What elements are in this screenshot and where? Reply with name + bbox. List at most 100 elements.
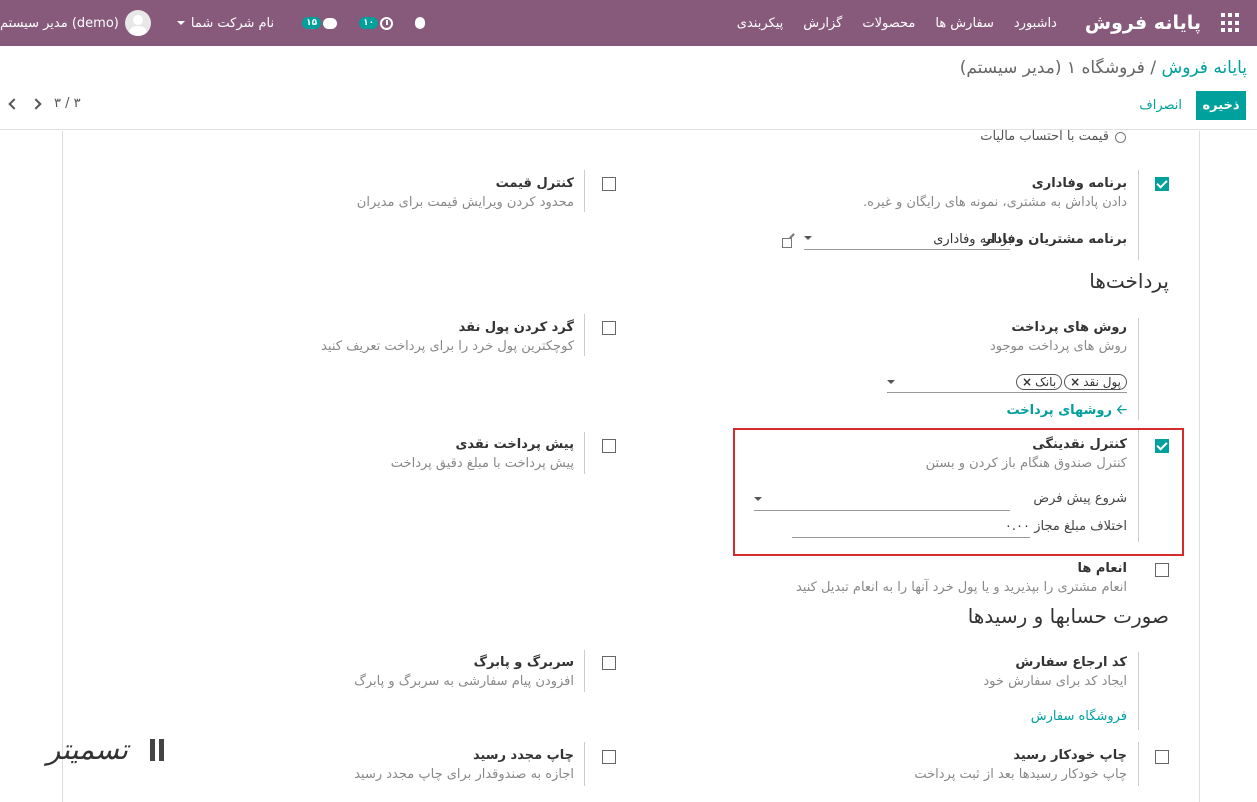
auto-print-desc: چاپ خودکار رسیدها بعد از ثبت پرداخت [914,767,1127,782]
pager-value[interactable]: ۳ / ۳ [54,96,81,111]
chevron-down-icon[interactable] [754,497,762,501]
auto-print-title: چاپ خودکار رسید [1013,748,1127,763]
next-icon[interactable] [30,97,42,110]
tax-included-label: قیمت با احتساب مالیات [980,129,1109,144]
divider [584,314,585,356]
tips-checkbox[interactable] [1155,563,1169,577]
header-footer-desc: افزودن پیام سفارشی به سربرگ و پابرگ [354,674,574,689]
order-reference-link[interactable]: فروشگاه سفارش [927,709,1127,724]
loyalty-checkbox[interactable] [1155,177,1169,191]
cash-control-checkbox[interactable] [1155,439,1169,453]
remove-tag-icon[interactable]: × [1070,375,1080,389]
avatar [124,10,151,36]
cash-rounding-desc: کوچکترین پول خرد را برای پرداخت تعریف کن… [321,339,574,354]
chevron-down-icon[interactable] [804,236,812,240]
cash-rounding-title: گرد کردن پول نقد [458,320,574,335]
debug-icon[interactable] [415,17,426,29]
tolerance-input[interactable]: ۰.۰۰ [970,519,1030,534]
company-switcher[interactable]: نام شرکت شما [176,15,275,31]
tax-included-radio[interactable] [1115,132,1126,143]
divider [584,170,585,212]
section-bills-receipts: صورت حسابها و رسیدها [967,604,1169,628]
prepayment-checkbox[interactable] [602,439,616,453]
header-footer-checkbox[interactable] [602,656,616,670]
default-opening-label: شروع پیش فرض [1033,491,1127,506]
order-reference-setting: کد ارجاع سفارش ایجاد کد برای سفارش خود [707,655,1127,689]
menu-dashboard[interactable]: داشبورد [1014,16,1057,31]
cash-control-title: کنترل نقدینگی [1032,437,1127,452]
divider [584,650,585,692]
price-control-desc: محدود کردن ویرایش قیمت برای مدیران [356,195,574,210]
chat-count-badge: ۱۵ [302,17,322,29]
user-menu[interactable]: مدیر سیستم (demo) [0,10,151,36]
breadcrumb-root[interactable]: پایانه فروش [1161,58,1247,78]
menu-configuration[interactable]: پیکربندی [737,16,783,31]
header-footer-title: سربرگ و پابرگ [473,655,574,670]
cash-rounding-setting: گرد کردن پول نقد کوچکترین پول خرد را برا… [154,320,574,354]
breadcrumb-current: فروشگاه ۱ (مدیر سیستم) [959,58,1145,78]
auto-print-checkbox[interactable] [1155,750,1169,764]
loyalty-field-value[interactable]: برنامه وفاداری [862,232,1012,247]
default-opening-input[interactable] [754,510,1010,511]
app-brand[interactable]: پایانه فروش [1085,12,1201,34]
company-name: نام شرکت شما [190,15,275,31]
header-footer-setting: سربرگ و پابرگ افزودن پیام سفارشی به سربر… [154,655,574,689]
payment-methods-link[interactable]: 🡠 روشهای پرداخت [927,401,1127,423]
price-control-checkbox[interactable] [602,177,616,191]
payment-methods-title: روش های پرداخت [1011,320,1127,335]
apps-menu-icon[interactable] [1219,13,1239,33]
payment-methods-underline [887,392,1127,393]
logo-icon [140,739,164,763]
systray: مدیر سیستم (demo) نام شرکت شما ۱۵ ۱۰ [0,0,426,46]
previous-icon[interactable] [8,97,20,110]
tips-desc: انعام مشتری را بپذیرید و یا پول خرد آنها… [795,580,1127,595]
chevron-down-icon [176,21,185,25]
payment-methods-setting: روش های پرداخت روش های پرداخت موجود [707,320,1127,354]
arrow-right-icon: 🡠 [1116,403,1127,418]
auto-print-setting: چاپ خودکار رسید چاپ خودکار رسیدها بعد از… [707,748,1127,782]
breadcrumb-separator: / [1150,58,1157,78]
prepayment-title: پیش پرداخت نقدی [455,437,574,452]
section-payments: پرداخت‌ها [1089,269,1169,293]
external-link-icon[interactable] [782,238,792,248]
clock-icon [380,16,394,30]
chat-icon [323,17,338,29]
divider [584,432,585,474]
menu-reporting[interactable]: گزارش [803,16,842,31]
activity-menu[interactable]: ۱۰ [359,16,394,30]
messaging-menu[interactable]: ۱۵ [302,17,338,29]
prepayment-setting: پیش پرداخت نقدی پیش پرداخت با مبلغ دقیق … [154,437,574,471]
top-navbar: پایانه فروش داشبورد سفارش ها محصولات گزا… [0,0,1257,46]
tips-title: انعام ها [1077,561,1127,576]
menu-products[interactable]: محصولات [862,16,915,31]
remove-tag-icon[interactable]: × [1022,375,1032,389]
reprint-title: چاپ مجدد رسید [472,748,574,763]
loyalty-field-underline [804,249,1010,250]
user-name: مدیر سیستم (demo) [0,15,119,31]
tag-cash: پول نقد× [1064,374,1127,390]
prepayment-desc: پیش پرداخت با مبلغ دقیق پرداخت [390,456,574,471]
watermark-logo: تسمیتر [22,733,168,779]
order-reference-title: کد ارجاع سفارش [1015,655,1127,670]
loyalty-title: برنامه وفاداری [1031,176,1127,191]
cancel-button[interactable]: انصراف [1139,98,1182,113]
main-menu: داشبورد سفارش ها محصولات گزارش پیکربندی [737,16,1057,31]
price-control-title: کنترل قیمت [495,176,574,191]
breadcrumb: پایانه فروش / فروشگاه ۱ (مدیر سیستم) [960,58,1247,78]
reprint-checkbox[interactable] [602,750,616,764]
divider [584,742,585,786]
price-control-setting: کنترل قیمت محدود کردن ویرایش قیمت برای م… [154,176,574,210]
reprint-setting: چاپ مجدد رسید اجازه به صندوقدار برای چاپ… [154,748,574,782]
cash-rounding-checkbox[interactable] [602,321,616,335]
loyalty-desc: دادن پاداش به مشتری، نمونه های رایگان و … [863,195,1127,210]
menu-orders[interactable]: سفارش ها [935,16,994,31]
divider [1138,742,1139,786]
chevron-down-icon[interactable] [887,380,895,384]
tolerance-underline [792,537,1030,538]
cash-control-setting: کنترل نقدینگی کنترل صندوق هنگام باز کردن… [707,437,1127,471]
payment-methods-tags: پول نقد×بانک× [877,374,1127,390]
save-button[interactable]: ذخیره [1196,91,1246,120]
control-panel: پایانه فروش / فروشگاه ۱ (مدیر سیستم) ذخی… [0,46,1257,130]
order-reference-desc: ایجاد کد برای سفارش خود [983,674,1127,689]
divider [1138,170,1139,260]
